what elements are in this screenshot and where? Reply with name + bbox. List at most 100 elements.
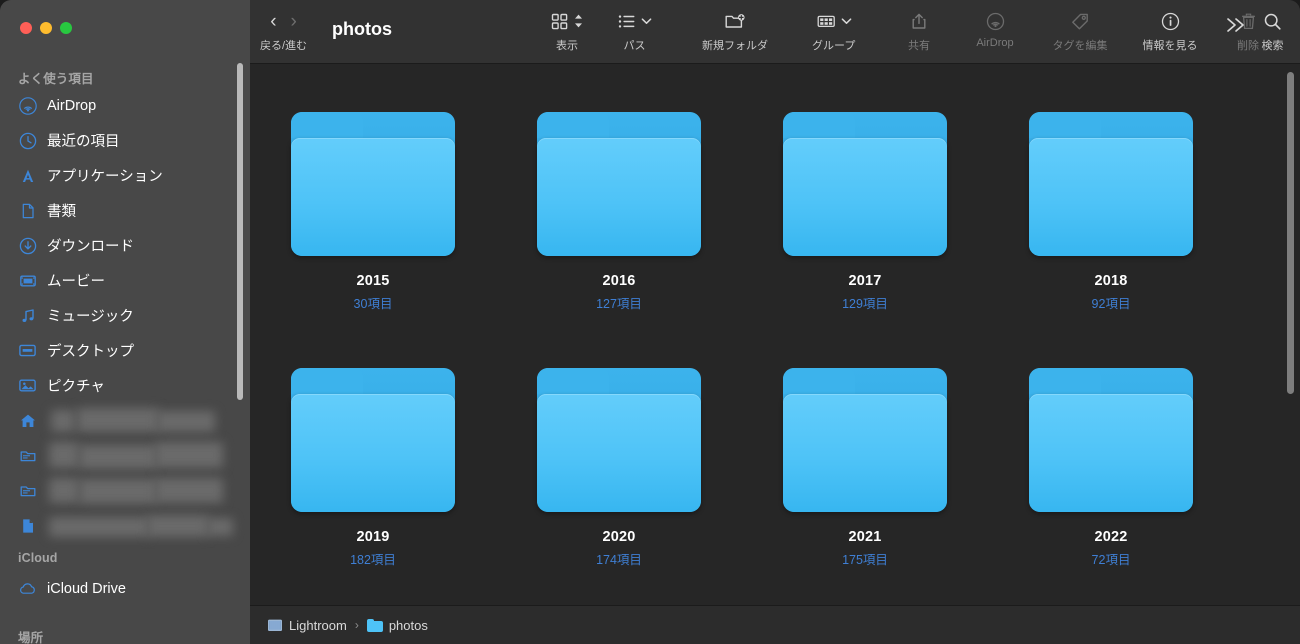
hard-drive-icon bbox=[268, 619, 282, 631]
folder-count: 129項目 bbox=[842, 297, 888, 311]
folder-grid: 2015 30項目 2016 127項目 2017 129項目 2018 92項… bbox=[250, 64, 1300, 576]
sidebar-item-label: デスクトップ bbox=[47, 344, 134, 360]
path-caption: パス bbox=[623, 40, 646, 52]
sidebar-scrollbar[interactable] bbox=[237, 63, 243, 400]
nav-buttons-group: ‹ › 戻る/進む bbox=[260, 8, 307, 53]
group-icon bbox=[817, 15, 835, 27]
folder-icon bbox=[537, 112, 701, 256]
folder-count: 127項目 bbox=[596, 297, 642, 311]
sidebar-item-label: ダウンロード bbox=[47, 239, 134, 255]
folder-icon bbox=[18, 481, 37, 500]
movies-icon bbox=[18, 271, 37, 290]
group-caption: グループ bbox=[812, 40, 856, 52]
sidebar-item-movies[interactable]: ムービー bbox=[0, 263, 250, 298]
zoom-button[interactable] bbox=[60, 22, 72, 34]
sidebar-item-airdrop[interactable]: AirDrop bbox=[0, 88, 250, 123]
breadcrumb: Lightroom › photos bbox=[250, 605, 1300, 644]
folder-item[interactable]: 2020 174項目 bbox=[496, 320, 742, 576]
folder-item[interactable]: 2015 30項目 bbox=[250, 64, 496, 320]
view-options-button[interactable]: 表示 bbox=[550, 8, 584, 53]
search-caption: 検索 bbox=[1261, 40, 1284, 52]
folder-item[interactable]: 2017 129項目 bbox=[742, 64, 988, 320]
breadcrumb-item-lightroom[interactable]: Lightroom bbox=[267, 618, 347, 633]
path-button[interactable]: パス bbox=[617, 8, 652, 53]
folder-item[interactable]: 2021 175項目 bbox=[742, 320, 988, 576]
sidebar-item-redacted-document[interactable] bbox=[0, 508, 250, 543]
pictures-icon bbox=[19, 379, 36, 392]
file-grid-area: 2015 30項目 2016 127項目 2017 129項目 2018 92項… bbox=[250, 64, 1300, 605]
sidebar-item-redacted-folder-2[interactable] bbox=[0, 473, 250, 508]
folder-icon bbox=[1029, 368, 1193, 512]
folder-item[interactable]: 2016 127項目 bbox=[496, 64, 742, 320]
airdrop-icon bbox=[18, 96, 37, 115]
content-scrollbar[interactable] bbox=[1287, 72, 1294, 394]
group-button[interactable]: グループ bbox=[812, 8, 855, 53]
minimize-button[interactable] bbox=[40, 22, 52, 34]
sidebar-section-favorites: よく使う項目 bbox=[0, 68, 94, 87]
sidebar-item-desktop[interactable]: デスクトップ bbox=[0, 333, 250, 368]
sidebar-item-label: 最近の項目 bbox=[47, 134, 120, 150]
new-folder-button[interactable]: 新規フォルダ bbox=[680, 8, 790, 53]
redacted-label bbox=[47, 407, 250, 432]
desktop-icon bbox=[19, 344, 36, 357]
grid-view-icon bbox=[551, 13, 568, 29]
sidebar-section-title-locations: 場所 bbox=[18, 631, 44, 644]
airdrop-button: AirDrop bbox=[960, 8, 1030, 49]
chevron-left-icon[interactable]: ‹ bbox=[270, 12, 276, 31]
search-button[interactable]: 検索 bbox=[1245, 8, 1300, 53]
sidebar: よく使う項目 AirDrop 最近の項目 アプリケーション 書類 ダウンロード … bbox=[0, 0, 250, 644]
folder-count: 182項目 bbox=[350, 553, 396, 567]
chevron-updown-icon bbox=[575, 14, 582, 28]
sidebar-item-label: アプリケーション bbox=[47, 169, 163, 185]
page-title: photos bbox=[332, 19, 392, 39]
folder-count: 72項目 bbox=[1091, 553, 1131, 567]
info-circle-icon bbox=[1161, 12, 1179, 30]
folder-count: 174項目 bbox=[596, 553, 642, 567]
close-button[interactable] bbox=[20, 22, 32, 34]
sidebar-item-label: ミュージック bbox=[47, 309, 134, 325]
sidebar-item-label: 書類 bbox=[47, 204, 76, 220]
sidebar-icloud-list: iCloud Drive bbox=[0, 571, 250, 606]
redacted-label bbox=[47, 514, 250, 537]
folder-icon bbox=[366, 618, 383, 632]
sidebar-item-recents[interactable]: 最近の項目 bbox=[0, 123, 250, 158]
sidebar-item-music[interactable]: ミュージック bbox=[0, 298, 250, 333]
share-caption: 共有 bbox=[908, 40, 930, 52]
folder-name: 2017 bbox=[848, 273, 882, 289]
sidebar-item-redacted-folder-1[interactable] bbox=[0, 438, 250, 473]
sidebar-section-icloud: iCloud bbox=[0, 551, 57, 565]
folder-icon bbox=[291, 112, 455, 256]
folder-name: 2021 bbox=[848, 529, 882, 545]
get-info-button[interactable]: 情報を見る bbox=[1125, 8, 1215, 53]
chevron-right-icon[interactable]: › bbox=[291, 12, 297, 31]
folder-item[interactable]: 2022 72項目 bbox=[988, 320, 1234, 576]
view-caption: 表示 bbox=[556, 40, 578, 52]
recents-clock-icon bbox=[18, 131, 37, 150]
sidebar-item-icloud-drive[interactable]: iCloud Drive bbox=[0, 571, 250, 606]
redacted-label bbox=[47, 477, 250, 504]
folder-item[interactable]: 2019 182項目 bbox=[250, 320, 496, 576]
sidebar-item-pictures[interactable]: ピクチャ bbox=[0, 368, 250, 403]
folder-item[interactable]: 2018 92項目 bbox=[988, 64, 1234, 320]
content-pane: ‹ › 戻る/進む photos 表示 パス 新規フォルダ グループ 共有 Ai… bbox=[250, 0, 1300, 644]
new-folder-icon bbox=[725, 13, 745, 28]
sidebar-item-label: AirDrop bbox=[47, 97, 97, 114]
breadcrumb-label: Lightroom bbox=[289, 617, 347, 633]
share-icon bbox=[912, 13, 926, 29]
sidebar-item-label: ムービー bbox=[47, 274, 105, 290]
get-info-caption: 情報を見る bbox=[1142, 40, 1198, 52]
folder-name: 2019 bbox=[356, 529, 390, 545]
nav-caption: 戻る/進む bbox=[260, 40, 308, 52]
breadcrumb-item-photos[interactable]: photos bbox=[366, 617, 428, 633]
toolbar: ‹ › 戻る/進む photos 表示 パス 新規フォルダ グループ 共有 Ai… bbox=[250, 0, 1300, 64]
breadcrumb-label: photos bbox=[388, 617, 428, 633]
chevron-down-icon bbox=[641, 18, 652, 24]
sidebar-item-redacted-home[interactable] bbox=[0, 403, 250, 438]
sidebar-item-documents[interactable]: 書類 bbox=[0, 193, 250, 228]
edit-tags-caption: タグを編集 bbox=[1052, 40, 1108, 52]
sidebar-item-applications[interactable]: アプリケーション bbox=[0, 158, 250, 193]
folder-icon bbox=[18, 446, 37, 465]
share-button: 共有 bbox=[908, 8, 930, 53]
sidebar-item-downloads[interactable]: ダウンロード bbox=[0, 228, 250, 263]
new-folder-caption: 新規フォルダ bbox=[702, 40, 768, 52]
